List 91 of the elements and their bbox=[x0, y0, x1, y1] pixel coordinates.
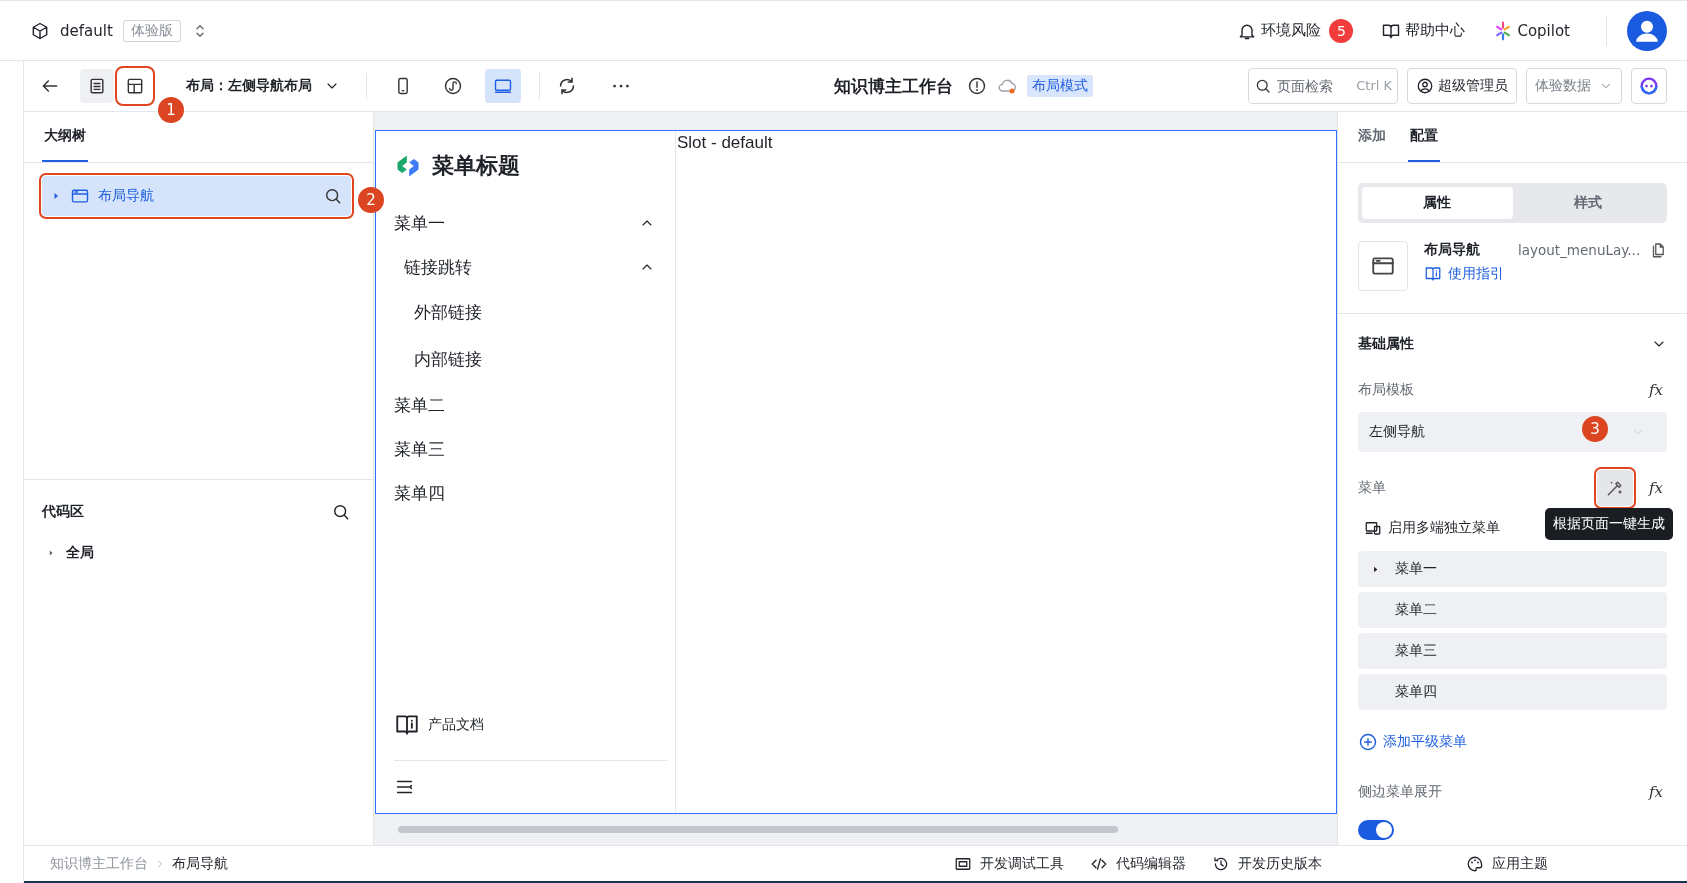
step-number: 1 bbox=[158, 97, 184, 123]
data-select[interactable]: 体验数据 bbox=[1526, 68, 1622, 104]
menu-label: 外部链接 bbox=[414, 301, 482, 324]
tree-label: 全局 bbox=[66, 544, 94, 562]
laptop-icon bbox=[493, 76, 513, 96]
section-title: 基础属性 bbox=[1358, 335, 1414, 353]
menu-item[interactable]: 内部链接 bbox=[394, 336, 667, 383]
assistant-button[interactable] bbox=[1631, 68, 1667, 104]
guide-link[interactable]: 使用指引 bbox=[1424, 265, 1504, 283]
magic-wand-icon bbox=[1605, 478, 1625, 498]
user-avatar[interactable] bbox=[1627, 10, 1667, 51]
role-button[interactable]: 超级管理员 bbox=[1407, 68, 1517, 104]
field-label: 侧边菜单展开 bbox=[1358, 783, 1443, 801]
segment-tab[interactable]: 样式 bbox=[1512, 187, 1663, 219]
field-label: 菜单 bbox=[1358, 479, 1387, 497]
menu-label: 内部链接 bbox=[414, 348, 482, 371]
search-icon[interactable] bbox=[331, 502, 351, 522]
toggle-switch[interactable] bbox=[1358, 820, 1394, 840]
menu-item[interactable]: 菜单一 bbox=[1358, 551, 1667, 587]
menu-label: 菜单三 bbox=[1395, 642, 1437, 660]
layout-icon bbox=[125, 76, 145, 96]
theme-button[interactable]: 应用主题 bbox=[1466, 854, 1548, 873]
mode-tag: 布局模式 bbox=[1027, 75, 1093, 97]
outline-view-button[interactable] bbox=[80, 69, 114, 103]
menu-item[interactable]: 菜单一 bbox=[394, 201, 667, 245]
header-link[interactable]: 环境风险 bbox=[1237, 20, 1322, 41]
tool-button[interactable]: 开发历史版本 bbox=[1212, 854, 1322, 873]
menu-item[interactable]: 链接跳转 bbox=[394, 245, 667, 289]
app-name: default bbox=[60, 21, 113, 40]
formula-button[interactable]: fx bbox=[1645, 783, 1667, 801]
edition-tag: 体验版 bbox=[122, 19, 181, 42]
panel-tab[interactable]: 配置 bbox=[1408, 112, 1440, 162]
tool-button[interactable]: 开发调试工具 bbox=[954, 854, 1064, 873]
info-icon[interactable] bbox=[967, 76, 987, 96]
menu-item[interactable]: 外部链接 bbox=[394, 289, 667, 336]
panel-tab[interactable]: 大纲树 bbox=[42, 112, 88, 162]
tooltip: 根据页面一键生成 bbox=[1545, 508, 1673, 540]
doc-link[interactable]: 产品文档 bbox=[394, 706, 667, 744]
scrollbar[interactable] bbox=[398, 826, 1118, 833]
user-icon bbox=[1416, 77, 1434, 95]
plus-circle-icon bbox=[1358, 732, 1378, 752]
step-number: 2 bbox=[358, 187, 384, 213]
page-title: 知识博主工作台 bbox=[834, 74, 953, 98]
section-title: 代码区 bbox=[42, 503, 84, 521]
option-link[interactable]: 启用多端独立菜单 bbox=[1358, 510, 1500, 546]
add-menu-link[interactable]: 添加平级菜单 bbox=[1358, 732, 1467, 752]
formula-button[interactable]: fx bbox=[1645, 479, 1667, 497]
search-icon[interactable] bbox=[323, 186, 343, 206]
document-icon bbox=[87, 76, 107, 96]
tool-button[interactable]: 代码编辑器 bbox=[1090, 854, 1186, 873]
book-icon bbox=[1424, 265, 1442, 283]
shortcut-hint: Ctrl K bbox=[1356, 78, 1392, 93]
tree-label: 布局导航 bbox=[98, 187, 155, 205]
robot-icon bbox=[1638, 75, 1660, 97]
component-id: layout_menuLay... bbox=[1518, 242, 1642, 258]
component-name: 布局导航 bbox=[1424, 241, 1481, 259]
link-label: 产品文档 bbox=[428, 716, 484, 734]
devices-icon bbox=[1364, 519, 1382, 537]
menu-item[interactable]: 菜单二 bbox=[394, 383, 667, 427]
slot-label: Slot - default bbox=[677, 133, 773, 152]
search-icon bbox=[1254, 77, 1272, 95]
header-link[interactable]: Copilot bbox=[1493, 20, 1570, 41]
menu-label: 菜单一 bbox=[394, 211, 445, 235]
laptop-view-button[interactable] bbox=[485, 69, 521, 103]
menu-label: 菜单二 bbox=[394, 393, 445, 417]
segment-tab[interactable]: 属性 bbox=[1362, 187, 1513, 219]
menu-label: 菜单一 bbox=[1395, 560, 1437, 578]
layout-select[interactable]: 布局：左侧导航布局 bbox=[186, 77, 340, 95]
section-header[interactable]: 基础属性 bbox=[1358, 320, 1667, 368]
menu-label: 菜单四 bbox=[1395, 683, 1437, 701]
palette-icon bbox=[1466, 854, 1484, 873]
menu-title: 菜单标题 bbox=[432, 152, 520, 180]
menu-label: 菜单二 bbox=[1395, 601, 1437, 619]
field-label: 布局模板 bbox=[1358, 381, 1415, 399]
cube-icon bbox=[30, 20, 50, 41]
menu-item[interactable]: 菜单三 bbox=[1358, 633, 1667, 669]
notification-badge: 5 bbox=[1329, 18, 1354, 43]
menu-label: 菜单三 bbox=[394, 437, 445, 461]
menu-item[interactable]: 菜单三 bbox=[394, 427, 667, 471]
header-link[interactable]: 帮助中心 bbox=[1381, 20, 1466, 41]
menu-label: 菜单四 bbox=[394, 481, 445, 505]
panel-tab[interactable]: 添加 bbox=[1356, 112, 1388, 162]
tree-item[interactable]: 全局 bbox=[24, 530, 373, 562]
menu-item[interactable]: 菜单二 bbox=[1358, 592, 1667, 628]
menu-item[interactable]: 菜单四 bbox=[394, 471, 667, 515]
formula-button[interactable]: fx bbox=[1645, 381, 1667, 399]
menu-item[interactable]: 菜单四 bbox=[1358, 674, 1667, 710]
menu-label: 链接跳转 bbox=[404, 255, 472, 279]
breadcrumb-link[interactable]: 布局导航 bbox=[172, 854, 228, 873]
window-icon bbox=[70, 186, 90, 206]
mini-program-icon bbox=[443, 76, 463, 96]
